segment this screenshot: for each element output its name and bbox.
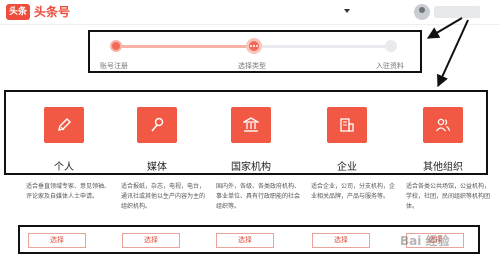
category-desc-media: 适合报纸，杂志，电视，电台，通讯社或其他以生产内容为主的组织机构。	[121, 183, 206, 210]
building-icon[interactable]	[231, 107, 271, 143]
people-icon[interactable]	[423, 107, 463, 143]
category-desc-enterprise: 适合企业，公司，分支机构，企业相关品牌，产品与服务等。	[311, 183, 396, 200]
company-icon[interactable]	[327, 107, 367, 143]
step-dot-pending	[385, 40, 397, 52]
select-button-government[interactable]: 选择	[216, 233, 274, 248]
category-label-government: 国家机构	[231, 162, 271, 173]
category-desc-personal: 适合垂直领域专家、意见领袖、评论家及自媒体人士申请。	[26, 183, 111, 200]
category-label-enterprise: 企业	[337, 162, 357, 173]
category-label-personal: 个人	[54, 162, 74, 173]
category-label-other: 其他组织	[423, 162, 463, 173]
pen-icon[interactable]	[44, 107, 84, 143]
category-label-media: 媒体	[147, 162, 167, 173]
select-button-media[interactable]: 选择	[122, 233, 180, 248]
step-dot-current	[246, 38, 262, 54]
progress-track-done	[116, 45, 256, 48]
microphone-icon[interactable]	[137, 107, 177, 143]
category-desc-other: 适合各类公共场馆，公益机构，学校，社团，民间组织等机构团体。	[406, 183, 491, 210]
select-button-personal[interactable]: 选择	[28, 233, 86, 248]
watermark: Bai 经验	[400, 234, 450, 248]
category-desc-government: 国内外，各级、各类政府机构、事业单位、具有行政职能的社会组织等。	[216, 183, 301, 210]
step-label-register: 账号注册	[100, 62, 128, 70]
select-button-enterprise[interactable]: 选择	[312, 233, 370, 248]
progress-track-pending	[256, 45, 391, 48]
step-dot-done	[110, 40, 122, 52]
dots-icon	[250, 45, 258, 47]
step-label-type: 选择类型	[238, 62, 266, 70]
step-label-info: 入驻资料	[376, 62, 404, 70]
